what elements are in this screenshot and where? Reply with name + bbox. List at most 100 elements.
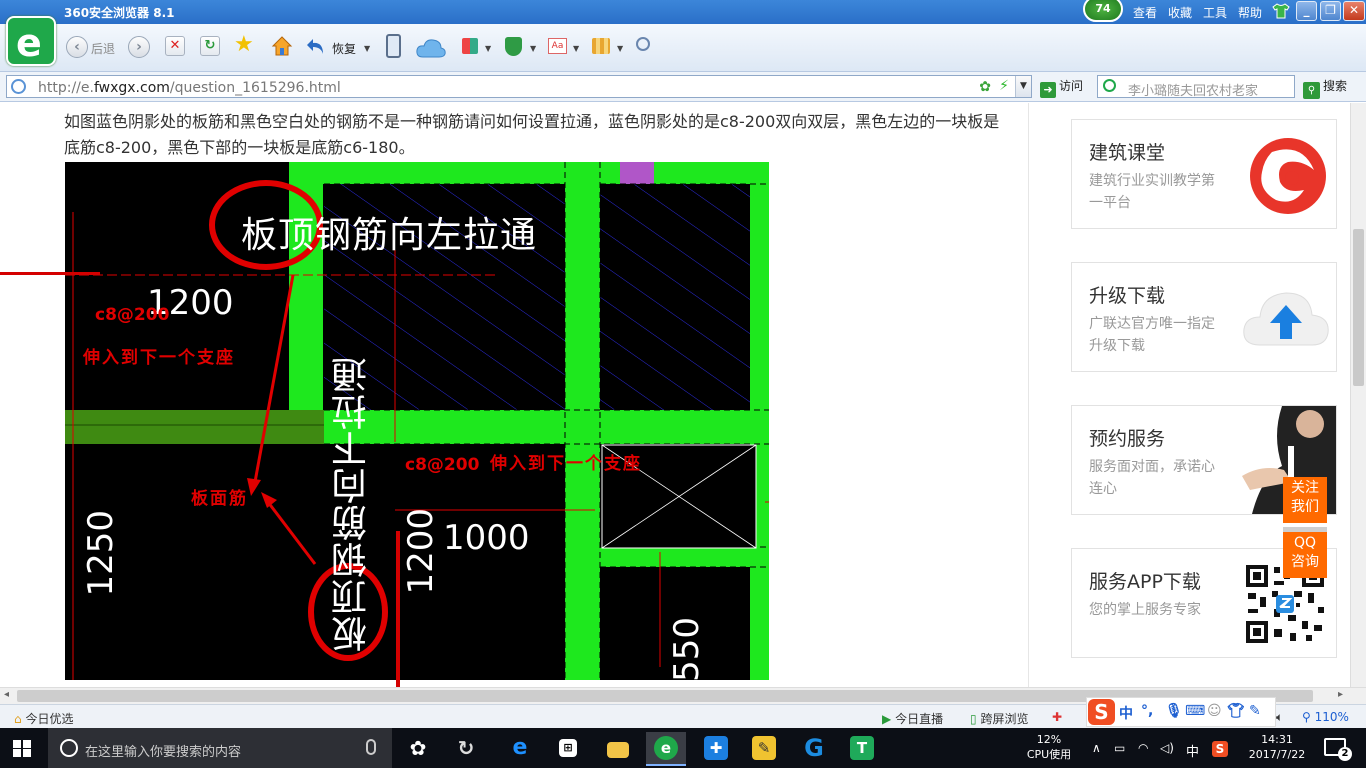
menu-help[interactable]: 帮助 — [1238, 4, 1262, 21]
shield-icon[interactable] — [505, 37, 522, 56]
360-browser-app[interactable]: e — [646, 732, 686, 766]
stop-icon[interactable]: ✕ — [165, 36, 185, 56]
card-building-class[interactable]: 建筑课堂 建筑行业实训教学第一平台 — [1071, 119, 1337, 229]
360-browser-icon: e — [654, 736, 678, 760]
card-upgrade-download[interactable]: 升级下载 广联达官方唯一指定升级下载 — [1071, 262, 1337, 372]
plus-app-icon: ✚ — [704, 736, 728, 760]
volume-icon[interactable]: 🔈︎ — [1276, 710, 1283, 725]
wifi-icon[interactable]: ◠ — [1138, 741, 1148, 755]
translate-dropdown-icon[interactable]: ▼ — [573, 44, 579, 53]
cloud-app[interactable]: ↻ — [446, 732, 486, 766]
refresh-icon[interactable]: ↻ — [200, 36, 220, 56]
speaker-icon[interactable]: ◁) — [1160, 741, 1174, 755]
menu-view[interactable]: 查看 — [1133, 4, 1157, 21]
restore-label[interactable]: 恢复 — [332, 40, 356, 57]
clock[interactable]: 14:31 2017/7/22 — [1244, 732, 1310, 762]
menu-favorites[interactable]: 收藏 — [1168, 4, 1192, 21]
ime-toolbar[interactable]: S 中 °, 🎙︎ ⌨ ☺ 👕︎ ✎ — [1086, 697, 1276, 727]
mobile-icon[interactable] — [386, 34, 401, 58]
speed-mode-icon[interactable]: ⚡ — [999, 78, 1009, 94]
follow-us-button[interactable]: 关注我们 — [1283, 477, 1327, 523]
screenshot-icon[interactable] — [592, 38, 610, 54]
address-dropdown-icon[interactable]: ▼ — [1015, 76, 1031, 97]
ime-punctuation[interactable]: °, — [1141, 703, 1153, 719]
daily-picks[interactable]: ⌂ 今日优选 — [14, 710, 73, 727]
go-button[interactable]: ➜ 访问 — [1040, 77, 1083, 98]
scroll-right-icon[interactable]: ▸ — [1338, 689, 1343, 700]
zoom-search-icon[interactable] — [636, 37, 650, 51]
maximize-button[interactable]: ❐ — [1320, 1, 1341, 21]
search-engine-icon[interactable] — [1103, 79, 1116, 92]
browser-toolbar: ‹ 后退 › ✕ ↻ ★ 恢复 ▼ ▼ ▼ Aa ▼ ▼ — [0, 24, 1366, 72]
restore-undo-icon[interactable] — [305, 35, 327, 59]
battery-icon[interactable]: ▭ — [1114, 741, 1125, 755]
sogou-tray-icon[interactable]: S — [1212, 741, 1228, 757]
cad-dim-1200-v: 1200 — [401, 508, 441, 595]
clock-time: 14:31 — [1261, 733, 1293, 746]
browser-logo[interactable]: e — [6, 16, 56, 66]
scroll-left-icon[interactable]: ◂ — [4, 689, 9, 700]
translate-icon[interactable]: Aa — [548, 38, 567, 54]
url-text[interactable]: http://e.fwxgx.com/question_1615296.html — [38, 80, 341, 96]
menu-tools[interactable]: 工具 — [1203, 4, 1227, 21]
search-input[interactable]: 李小璐随夫回农村老家 — [1097, 75, 1295, 99]
edge-app[interactable]: e — [500, 732, 540, 766]
restore-dropdown-icon[interactable]: ▼ — [364, 44, 370, 53]
plus-app[interactable]: ✚ — [696, 732, 736, 766]
skin-shirt-icon[interactable] — [1272, 3, 1290, 19]
ime-chinese-mode[interactable]: 中 — [1119, 703, 1133, 723]
question-text: 如图蓝色阴影处的板筋和黑色空白处的钢筋不是一种钢筋请问如何设置拉通，蓝色阴影处的… — [64, 112, 1000, 157]
score-badge[interactable]: 74 — [1083, 0, 1123, 22]
favorite-star-icon[interactable]: ★ — [234, 32, 254, 57]
phone-icon: ▯ — [970, 712, 977, 726]
back-icon[interactable]: ‹ — [66, 36, 88, 58]
cross-screen[interactable]: ▯ 跨屏浏览 — [970, 710, 1028, 727]
back-label[interactable]: 后退 — [91, 40, 115, 57]
address-bar[interactable]: http://e.fwxgx.com/question_1615296.html… — [6, 75, 1032, 98]
cloud-icon[interactable] — [415, 36, 447, 60]
apps-grid-icon[interactable] — [462, 38, 478, 54]
card-desc: 建筑行业实训教学第一平台 — [1089, 173, 1215, 211]
input-lang[interactable]: 中 — [1186, 741, 1199, 760]
home-icon[interactable] — [270, 34, 294, 58]
cad-note-3: 板面筋 — [191, 489, 248, 509]
qq-consult-button[interactable]: QQ咨询 — [1283, 532, 1327, 578]
mic-icon[interactable] — [366, 739, 376, 755]
ime-settings-icon[interactable]: ✎ — [1249, 703, 1261, 719]
sogou-logo-icon[interactable]: S — [1088, 699, 1115, 725]
minimize-button[interactable]: _ — [1296, 1, 1317, 21]
windows-start-icon[interactable] — [13, 740, 31, 757]
t-app-icon: T — [850, 736, 874, 760]
notes-app[interactable]: ✎ — [744, 732, 784, 766]
search-button[interactable]: ⚲ 搜索 — [1303, 77, 1347, 99]
address-row: http://e.fwxgx.com/question_1615296.html… — [0, 72, 1366, 102]
ime-user-icon[interactable]: ☺ — [1207, 703, 1222, 719]
taskbar-search-placeholder: 在这里输入你要搜索的内容 — [85, 745, 242, 760]
shield-dropdown-icon[interactable]: ▼ — [530, 44, 536, 53]
daily-live[interactable]: ▶ 今日直播 — [882, 710, 943, 727]
screenshot-dropdown-icon[interactable]: ▼ — [617, 44, 623, 53]
ime-skin-icon[interactable]: 👕︎ — [1227, 703, 1245, 719]
ime-mic-icon[interactable]: 🎙︎ — [1165, 703, 1183, 719]
column-divider — [1028, 103, 1029, 687]
vertical-scrollbar[interactable] — [1350, 103, 1366, 687]
forward-icon[interactable]: › — [128, 36, 150, 58]
apps-dropdown-icon[interactable]: ▼ — [485, 44, 491, 53]
glodon-app[interactable]: G — [794, 732, 834, 766]
explorer-app[interactable] — [598, 732, 638, 766]
vertical-scroll-thumb[interactable] — [1353, 229, 1364, 386]
addon-icon[interactable]: ✚ — [1052, 710, 1062, 724]
taskbar-search[interactable]: 在这里输入你要搜索的内容 — [48, 728, 392, 768]
task-view-app[interactable]: ✿ — [398, 732, 438, 766]
zoom-level[interactable]: ⚲ 110% — [1302, 710, 1349, 724]
store-app[interactable]: ⊞ — [548, 732, 588, 766]
tray-expand-icon[interactable]: ∧ — [1092, 741, 1101, 755]
cpu-usage[interactable]: 12% CPU使用 — [1024, 732, 1074, 762]
action-center-icon[interactable]: 2 — [1324, 738, 1352, 761]
page-globe-icon — [11, 79, 26, 94]
store-icon: ⊞ — [559, 739, 577, 757]
close-button[interactable]: ✕ — [1343, 1, 1365, 21]
cloud-upload-icon — [1243, 292, 1329, 346]
t-app[interactable]: T — [842, 732, 882, 766]
ime-keyboard-icon[interactable]: ⌨ — [1185, 703, 1205, 719]
